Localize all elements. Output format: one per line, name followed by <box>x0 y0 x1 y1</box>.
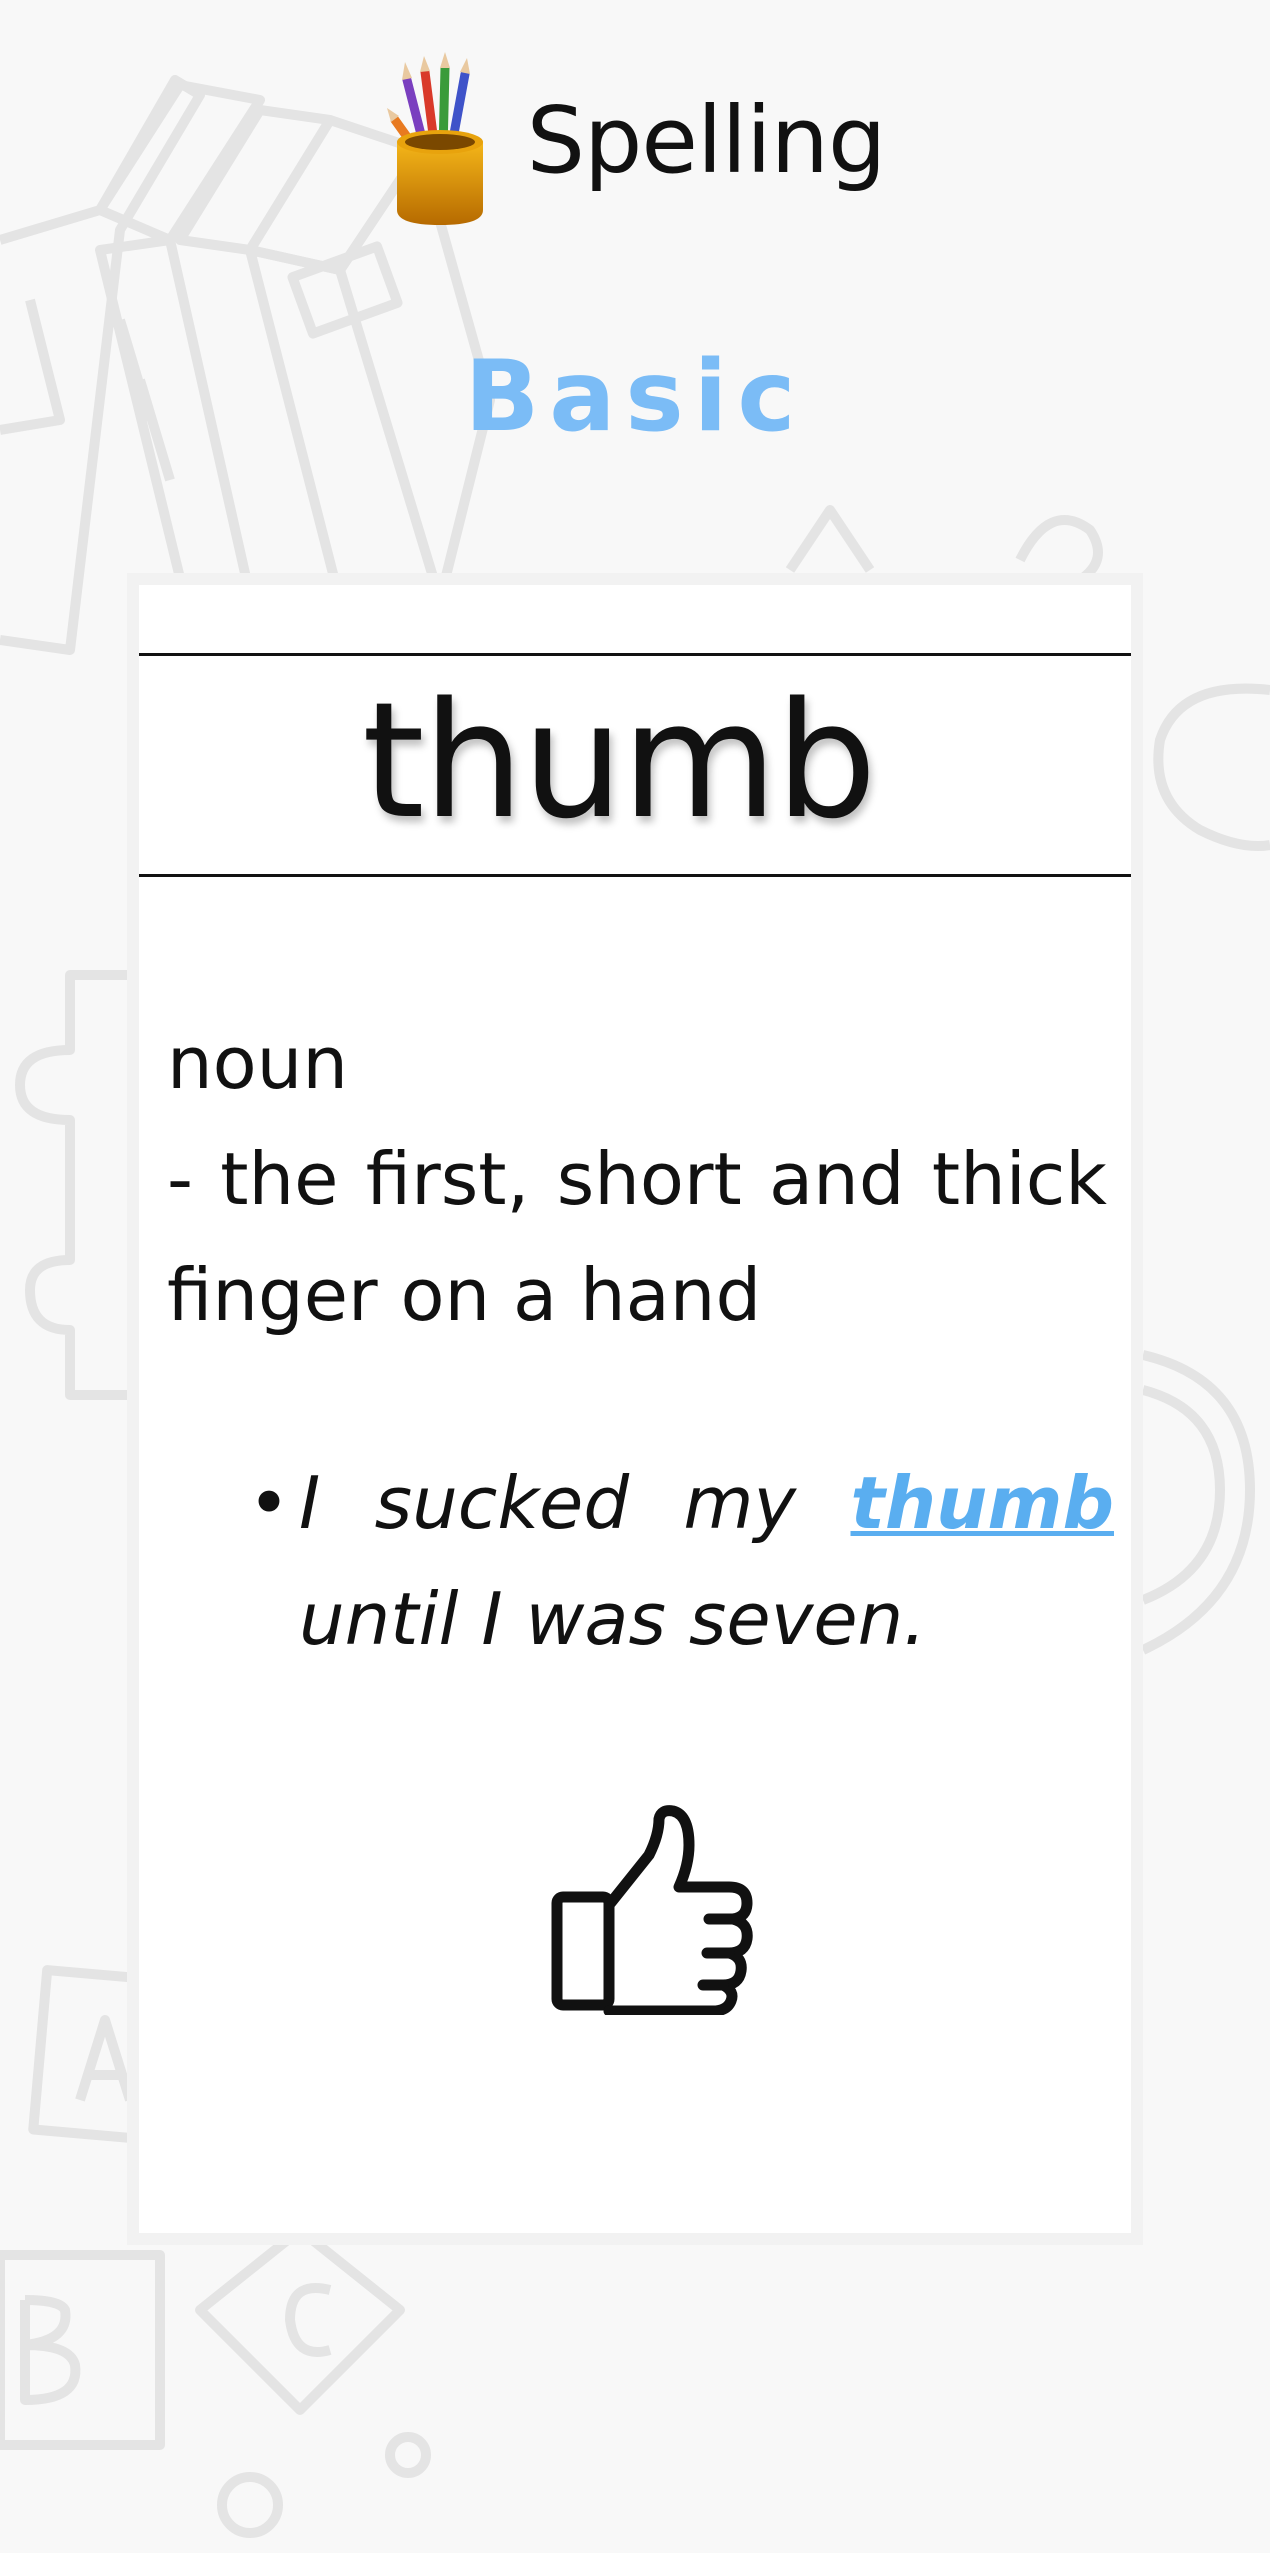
example-sentence: • I sucked my thumb until I was seven. <box>239 1445 1114 1677</box>
app-header: Spelling <box>0 40 1270 240</box>
bullet: • <box>247 1461 291 1545</box>
definition-text: - the first, short and thick finger on a… <box>167 1137 1107 1337</box>
word-card: thumb noun - the first, short and thick … <box>127 573 1143 2245</box>
part-of-speech: noun <box>167 1021 348 1105</box>
spelling-word: thumb <box>362 667 877 854</box>
word-band: thumb <box>139 653 1131 877</box>
pencil-cup-icon <box>386 52 483 225</box>
example-body: I sucked my thumb until I was seven. <box>299 1445 1114 1677</box>
definition-block: noun - the first, short and thick finger… <box>167 1005 1107 1353</box>
example-before: I sucked my <box>299 1461 851 1545</box>
level-label: Basic <box>464 340 806 454</box>
app-title: Spelling <box>526 86 887 194</box>
example-after: until I was seven. <box>299 1577 927 1661</box>
thumbs-up-icon <box>551 1805 753 2015</box>
example-highlight-word[interactable]: thumb <box>851 1461 1115 1545</box>
